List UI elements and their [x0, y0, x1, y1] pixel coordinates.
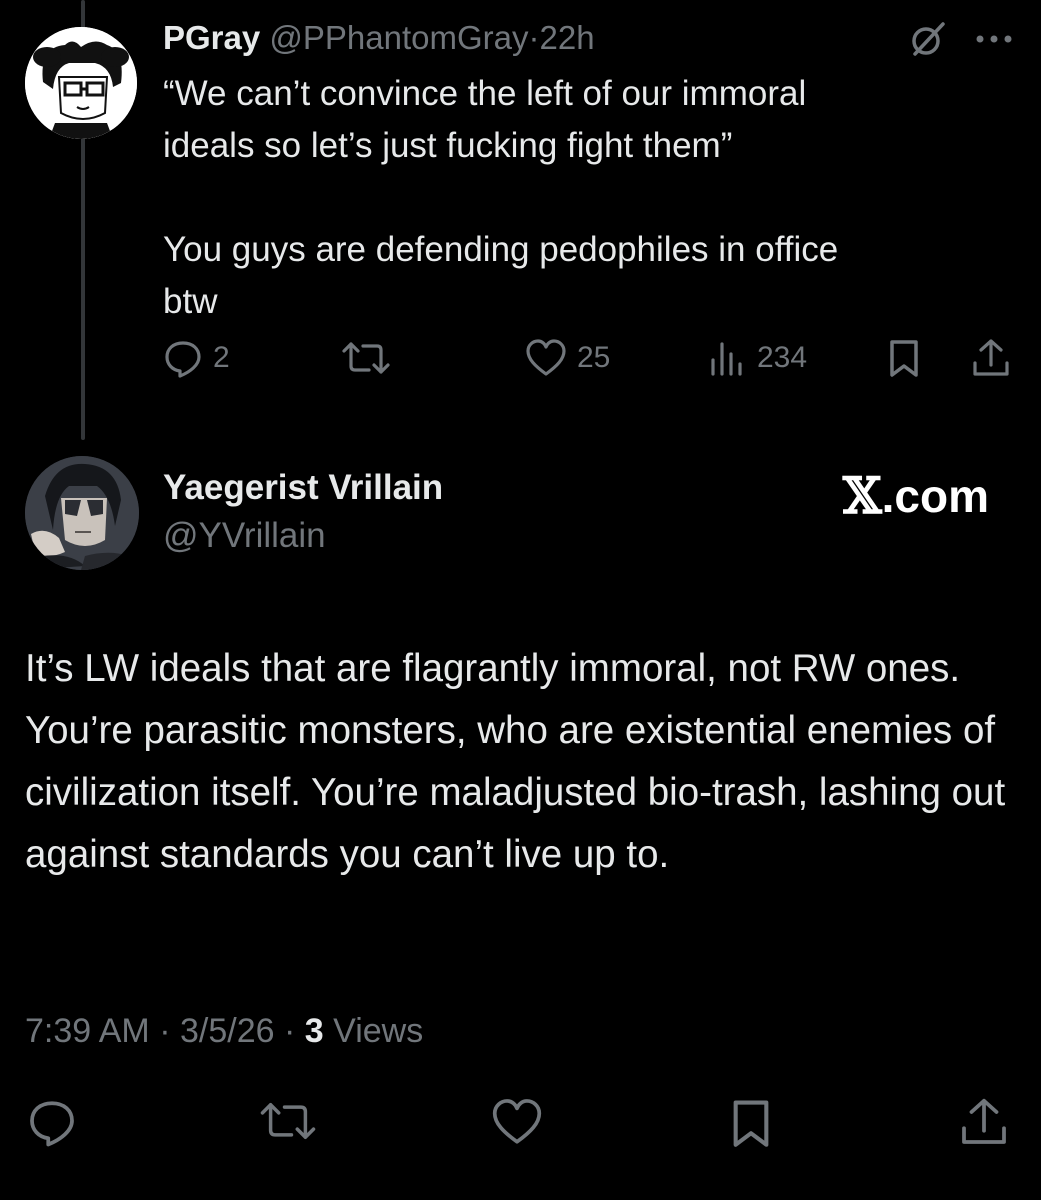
separator: ·: [528, 19, 540, 56]
bookmark-icon: [728, 1097, 774, 1149]
handle[interactable]: @PPhantomGray: [269, 19, 528, 56]
tweet-date[interactable]: 3/5/26: [180, 1012, 275, 1050]
display-name[interactable]: Yaegerist Vrillain: [163, 468, 443, 508]
like-icon: [525, 338, 567, 378]
tweet-time[interactable]: 7:39 AM: [25, 1012, 150, 1050]
avatar-yvrillain[interactable]: [25, 456, 139, 570]
main-tweet-text: It’s LW ideals that are flagrantly immor…: [25, 647, 1006, 876]
share-icon: [971, 338, 1011, 378]
share-button[interactable]: [959, 1097, 1009, 1147]
views-count: 234: [757, 341, 808, 374]
retweet-icon: [259, 1097, 317, 1145]
views-count: 3: [304, 1012, 324, 1050]
reply-icon: [163, 338, 203, 378]
display-name[interactable]: PGray: [163, 19, 260, 56]
more-icon[interactable]: [975, 34, 1013, 44]
tweet-paragraph: “We can’t convince the left of our immor…: [163, 74, 807, 165]
like-count: 25: [577, 341, 611, 374]
parent-tweet-actions: 2 25 234: [163, 338, 1013, 392]
like-button[interactable]: 25: [525, 338, 610, 378]
retweet-icon: [341, 338, 391, 378]
grok-icon[interactable]: [909, 20, 947, 58]
reply-button[interactable]: [27, 1097, 77, 1147]
share-button[interactable]: [971, 338, 1011, 378]
bookmark-button[interactable]: [886, 338, 922, 378]
views-label: Views: [333, 1012, 424, 1050]
reply-count: 2: [213, 341, 230, 374]
parent-tweet-header: PGray @PPhantomGray·22h: [163, 17, 595, 59]
like-icon: [491, 1097, 543, 1147]
like-button[interactable]: [491, 1097, 543, 1147]
x-com-logo: 𝕏 .com: [843, 466, 989, 525]
share-icon: [959, 1097, 1009, 1147]
handle[interactable]: @YVrillain: [163, 516, 326, 556]
x-logo-suffix: .com: [881, 469, 989, 522]
avatar-pgray[interactable]: [25, 27, 137, 139]
x-logo-mark: 𝕏: [842, 466, 882, 525]
tweet-paragraph: You guys are defending pedophiles in off…: [163, 230, 839, 321]
time-ago[interactable]: 22h: [540, 19, 595, 56]
reply-icon: [27, 1097, 77, 1147]
views-button[interactable]: 234: [707, 338, 807, 378]
meta-separator: ·: [159, 1012, 171, 1050]
parent-tweet-text: “We can’t convince the left of our immor…: [163, 68, 963, 328]
bookmark-button[interactable]: [728, 1097, 774, 1149]
retweet-button[interactable]: [259, 1097, 317, 1145]
tweet-metadata: 7:39 AM · 3/5/26 · 3 Views: [25, 1012, 423, 1051]
meta-separator: ·: [283, 1012, 296, 1050]
bookmark-icon: [886, 338, 922, 378]
retweet-button[interactable]: [341, 338, 401, 378]
main-tweet-actions: [25, 1097, 1015, 1157]
parent-tweet-top-icons: [909, 20, 1013, 58]
reply-button[interactable]: 2: [163, 338, 230, 378]
views-icon: [707, 338, 747, 378]
